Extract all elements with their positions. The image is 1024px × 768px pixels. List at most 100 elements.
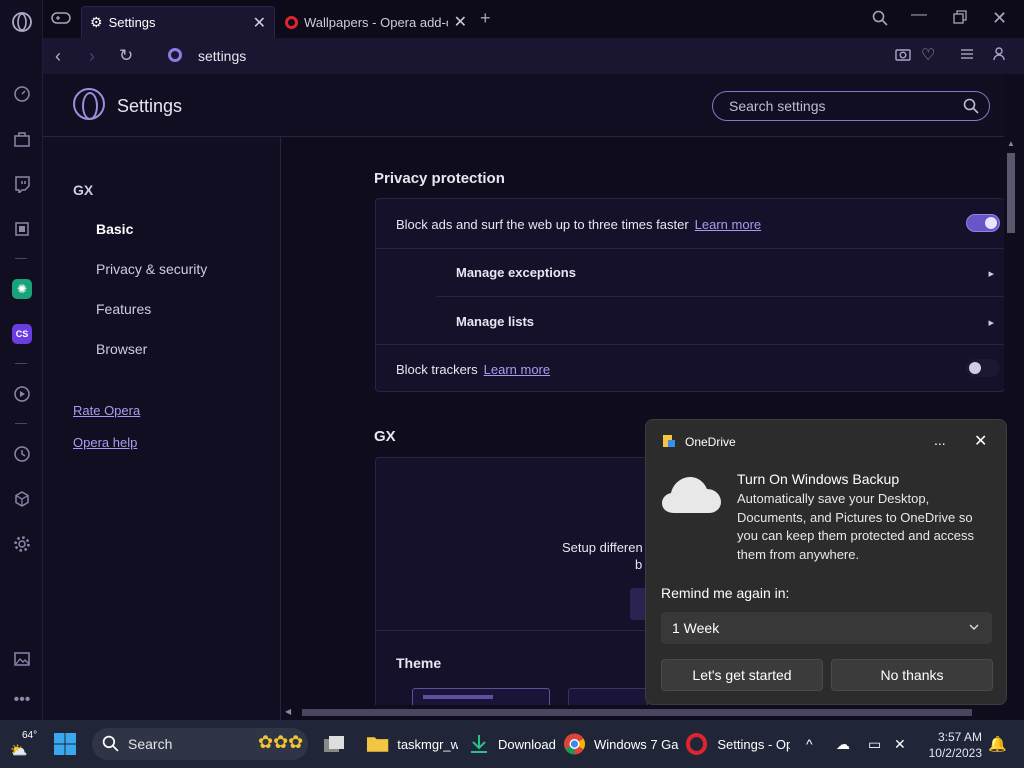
profile-icon[interactable] [993, 47, 1005, 64]
chatsonic-icon[interactable]: CS [10, 322, 34, 346]
manage-lists-row[interactable]: Manage lists [376, 314, 1004, 329]
divider [376, 344, 1004, 345]
chatgpt-icon[interactable]: ✺ [10, 277, 34, 301]
remind-value: 1 Week [672, 620, 720, 636]
onedrive-tray-icon[interactable]: ☁ [836, 720, 850, 768]
notification-bell-icon[interactable]: 🔔 [988, 720, 1007, 768]
gx-setup-text: Setup differen [562, 540, 643, 555]
reload-icon[interactable]: ↻ [119, 46, 133, 66]
notification-app-name: OneDrive [685, 435, 736, 449]
taskbar-app-label: taskmgr_w [397, 736, 458, 752]
gamepad-icon[interactable] [51, 10, 71, 31]
easy-setup-icon[interactable] [960, 47, 974, 63]
network-icon[interactable]: ▭ [868, 720, 881, 768]
manage-exceptions-row[interactable]: Manage exceptions [376, 265, 1004, 280]
snapshot-camera-icon[interactable] [895, 47, 911, 64]
search-input[interactable] [729, 98, 949, 114]
no-thanks-button[interactable]: No thanks [831, 659, 993, 691]
start-button[interactable] [53, 732, 77, 756]
restore-icon[interactable] [953, 10, 967, 29]
onedrive-app-icon [662, 434, 676, 448]
history-icon[interactable] [10, 442, 34, 466]
heart-icon[interactable]: ♡ [921, 45, 935, 65]
theme-option-2[interactable] [568, 688, 648, 705]
tab-settings[interactable]: ⚙ Settings ✕ [81, 6, 275, 38]
more-options-icon[interactable]: ... [934, 432, 946, 448]
opera-badge-icon [168, 48, 182, 62]
taskbar-app-label: Download [498, 736, 556, 752]
bag-icon[interactable] [10, 127, 34, 151]
wallpaper-icon[interactable] [10, 647, 34, 671]
taskbar-app-opera[interactable]: Settings - Op [686, 720, 790, 768]
nav-item-features[interactable]: Features [96, 301, 151, 317]
close-window-icon[interactable]: ✕ [992, 8, 1007, 29]
privacy-card: Block ads and surf the web up to three t… [375, 198, 1004, 392]
volume-muted-icon[interactable]: ✕ [894, 720, 906, 768]
taskbar-app-download[interactable]: Download [468, 720, 556, 768]
nav-item-basic[interactable]: Basic [96, 221, 133, 237]
minimize-icon[interactable]: — [911, 6, 927, 24]
download-icon [471, 735, 487, 753]
task-view-icon[interactable] [322, 720, 348, 768]
horizontal-scrollbar[interactable]: ◀ [282, 705, 1004, 720]
taskbar-app-chrome[interactable]: Windows 7 Gar [563, 720, 679, 768]
block-trackers-row: Block trackers Learn more [376, 362, 1004, 377]
speed-dial-icon[interactable] [10, 82, 34, 106]
cpu-limiter-icon[interactable] [10, 217, 34, 241]
tab-wallpapers[interactable]: Wallpapers - Opera add-ons ✕ [279, 6, 475, 38]
chevron-up-icon[interactable]: ^ [806, 720, 813, 768]
page-title: Settings [117, 96, 183, 116]
opera-menu-icon[interactable] [10, 10, 34, 34]
block-trackers-learn-more-link[interactable]: Learn more [484, 362, 550, 377]
search-tabs-icon[interactable] [872, 10, 888, 31]
search-icon[interactable] [963, 98, 979, 119]
close-tab-icon[interactable]: ✕ [454, 12, 467, 32]
taskbar-app-explorer[interactable]: taskmgr_w [366, 720, 458, 768]
nav-item-browser[interactable]: Browser [96, 341, 147, 357]
gx-heading: GX [374, 428, 396, 445]
close-icon[interactable]: ✕ [974, 431, 987, 451]
settings-search[interactable] [712, 91, 990, 121]
block-trackers-toggle[interactable] [966, 359, 1000, 377]
chevron-down-icon [968, 620, 980, 638]
notification-body: Automatically save your Desktop, Documen… [737, 491, 975, 562]
taskbar-app-label: Settings - Op [717, 736, 790, 752]
new-tab-plus-icon[interactable]: + [480, 8, 491, 29]
scroll-thumb[interactable] [1007, 153, 1015, 233]
weather-widget[interactable]: ⛅ 64° [8, 720, 42, 768]
lets-get-started-button[interactable]: Let's get started [661, 659, 823, 691]
block-ads-label: Block ads and surf the web up to three t… [396, 217, 689, 232]
tab-title: Wallpapers - Opera add-ons [304, 14, 448, 30]
taskbar-search[interactable]: Search ✿✿✿ [92, 728, 308, 760]
search-highlight-flowers-icon: ✿✿✿ [258, 732, 304, 752]
back-icon[interactable]: ‹ [55, 46, 61, 67]
taskbar-clock[interactable]: 3:57 AM 10/2/2023 [920, 729, 982, 761]
extensions-cube-icon[interactable] [10, 487, 34, 511]
url-text[interactable]: settings [198, 48, 246, 64]
onedrive-notification: OneDrive ... ✕ Turn On Windows Backup Au… [645, 419, 1007, 705]
opera-logo-icon [285, 15, 298, 29]
taskbar-app-label: Windows 7 Gar [593, 736, 679, 752]
divider [376, 248, 1004, 249]
close-tab-icon[interactable]: ✕ [253, 13, 266, 33]
gx-setup-text-2: b [635, 557, 643, 572]
rate-opera-link[interactable]: Rate Opera [73, 403, 140, 418]
block-trackers-label: Block trackers [396, 362, 478, 377]
sidebar-separator [15, 258, 27, 259]
forward-icon[interactable]: › [89, 46, 95, 67]
block-ads-toggle[interactable] [966, 214, 1000, 232]
more-dots-icon[interactable]: ••• [10, 688, 34, 712]
settings-gear-icon[interactable] [10, 532, 34, 556]
tab-bar: ⚙ Settings ✕ Wallpapers - Opera add-ons … [43, 0, 1024, 38]
scroll-thumb[interactable] [302, 709, 972, 716]
remind-select[interactable]: 1 Week [661, 612, 992, 644]
nav-section-gx[interactable]: GX [73, 182, 93, 198]
block-ads-learn-more-link[interactable]: Learn more [695, 217, 761, 232]
theme-option-1[interactable] [412, 688, 550, 705]
nav-item-privacy-security[interactable]: Privacy & security [96, 261, 207, 277]
opera-help-link[interactable]: Opera help [73, 435, 137, 450]
manage-exceptions-label: Manage exceptions [456, 265, 576, 280]
twitch-icon[interactable] [10, 172, 34, 196]
opera-logo-icon [73, 88, 105, 120]
player-icon[interactable] [10, 382, 34, 406]
